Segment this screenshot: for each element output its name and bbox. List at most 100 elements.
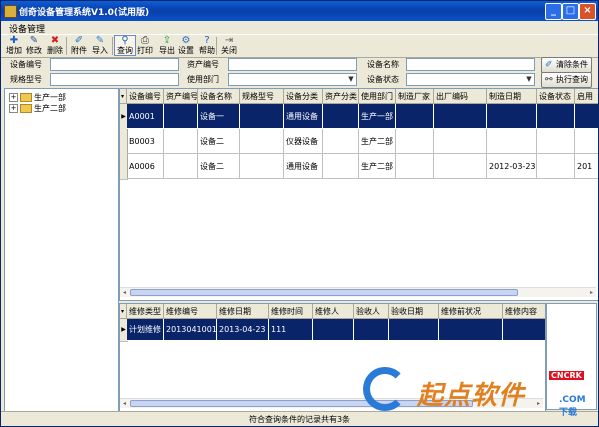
tree-node[interactable]: + 生产二部 [9,103,66,114]
asset-no-input[interactable] [228,58,357,71]
minimize-button[interactable]: _ [545,3,562,20]
column-menu-icon[interactable]: ▾ [120,304,127,319]
column-header[interactable]: 验收人 [354,304,389,319]
column-header[interactable]: 启用 [575,89,598,104]
table-cell[interactable]: 2013041001 [164,319,217,341]
close-window-button[interactable]: × [579,3,596,20]
column-header[interactable]: 使用部门 [359,89,396,104]
table-cell[interactable]: 通用设备 [284,154,323,179]
table-cell[interactable] [439,319,503,341]
table-cell[interactable]: 生产一部 [359,104,396,129]
column-header[interactable]: 维修前状况 [439,304,503,319]
scroll-thumb[interactable] [130,289,518,296]
title-bar[interactable]: 创奇设备管理系统V1.0(试用版) _ □ × [1,1,598,21]
column-header[interactable]: 维修时间 [269,304,313,319]
table-cell[interactable] [323,154,359,179]
clear-conditions-button[interactable]: ✐ 清除条件 [541,57,592,73]
column-header[interactable]: 维修编号 [164,304,217,319]
table-cell[interactable]: 111 [269,319,313,341]
column-header[interactable]: 维修类型 [127,304,164,319]
maximize-button[interactable]: □ [562,3,579,20]
table-cell[interactable]: 设备二 [198,129,240,154]
table-cell[interactable] [164,129,198,154]
table-cell[interactable] [434,154,487,179]
column-header[interactable]: 设备名称 [198,89,240,104]
table-cell[interactable] [240,154,284,179]
column-header[interactable]: 出厂编码 [434,89,487,104]
device-no-input[interactable] [50,58,179,71]
table-cell[interactable] [434,129,487,154]
scroll-right-icon[interactable]: ▸ [587,288,596,297]
column-header[interactable]: 维修人 [313,304,354,319]
column-header[interactable]: 设备分类 [284,89,323,104]
column-header[interactable]: 设备编号 [127,89,164,104]
device-name-input[interactable] [406,58,535,71]
settings-button[interactable]: ⚙ 设置 [176,36,196,55]
close-button[interactable]: ⇥ 关闭 [219,36,239,55]
scroll-left-icon[interactable]: ◂ [120,288,129,297]
table-cell[interactable] [240,129,284,154]
export-button[interactable]: ⇪ 导出 [157,36,177,55]
print-button[interactable]: ⎙ 打印 [135,36,155,55]
column-header[interactable]: 维修日期 [217,304,269,319]
execute-query-button[interactable]: ⚯ 执行查询 [541,72,592,88]
table-cell[interactable]: 设备二 [198,154,240,179]
expand-icon[interactable]: + [9,104,18,113]
table-cell[interactable] [487,129,537,154]
column-header[interactable]: 资产编号 [164,89,198,104]
table-cell[interactable]: 计划维修 [127,319,164,341]
table-cell[interactable]: 2012-03-23 [487,154,537,179]
column-header[interactable]: 规格型号 [240,89,284,104]
spec-model-input[interactable] [50,73,179,86]
table-cell[interactable]: 生产二部 [359,129,396,154]
table-cell[interactable]: A0006 [127,154,164,179]
column-header[interactable]: 制造厂家 [396,89,434,104]
table-cell[interactable]: 设备一 [198,104,240,129]
table-cell[interactable] [396,104,434,129]
table-cell[interactable] [240,104,284,129]
table-cell[interactable] [575,129,598,154]
column-header[interactable]: 设备状态 [537,89,575,104]
table-cell[interactable]: 201 [575,154,598,179]
add-button[interactable]: ✚ 增加 [4,36,24,55]
table-cell[interactable] [164,104,198,129]
horizontal-scrollbar[interactable]: ◂ ▸ [120,287,596,297]
table-cell[interactable] [487,104,537,129]
table-cell[interactable] [503,319,545,341]
table-cell[interactable] [396,129,434,154]
delete-button[interactable]: ✖ 删除 [45,36,65,55]
table-cell[interactable]: 通用设备 [284,104,323,129]
column-header[interactable]: 验收日期 [389,304,439,319]
table-cell[interactable] [575,104,598,129]
table-cell[interactable]: 2013-04-23 [217,319,269,341]
table-cell[interactable] [354,319,389,341]
edit-button[interactable]: ✎ 修改 [24,36,44,55]
expand-icon[interactable]: + [9,93,18,102]
table-cell[interactable]: B0003 [127,129,164,154]
status-select[interactable]: ▼ [406,73,535,86]
tree-node[interactable]: + 生产一部 [9,92,66,103]
column-header[interactable]: 维修内容 [503,304,545,319]
table-cell[interactable] [537,129,575,154]
table-cell[interactable]: A0001 [127,104,164,129]
department-tree[interactable]: + 生产一部 + 生产二部 [4,88,119,412]
table-cell[interactable] [537,154,575,179]
import-button[interactable]: ✎ 导入 [90,36,110,55]
device-table[interactable]: ▾ 设备编号 资产编号 设备名称 规格型号 设备分类 资产分类 使用部门 制造厂家 出厂编码 制造日… [119,88,598,301]
table-cell[interactable]: 生产二部 [359,154,396,179]
attach-button[interactable]: ✐ 附件 [69,36,89,55]
scroll-left-icon[interactable]: ◂ [120,399,129,408]
table-cell[interactable] [537,104,575,129]
table-cell[interactable] [313,319,354,341]
help-button[interactable]: ? 帮助 [197,36,217,55]
column-header[interactable]: 资产分类 [323,89,359,104]
column-menu-icon[interactable]: ▾ [120,89,127,104]
dept-select[interactable]: ▼ [228,73,357,86]
table-cell[interactable] [434,104,487,129]
table-cell[interactable] [396,154,434,179]
table-cell[interactable] [323,129,359,154]
search-button[interactable]: ⚲ 查询 [114,35,136,56]
table-cell[interactable] [164,154,198,179]
table-cell[interactable] [389,319,439,341]
table-cell[interactable]: 仪器设备 [284,129,323,154]
